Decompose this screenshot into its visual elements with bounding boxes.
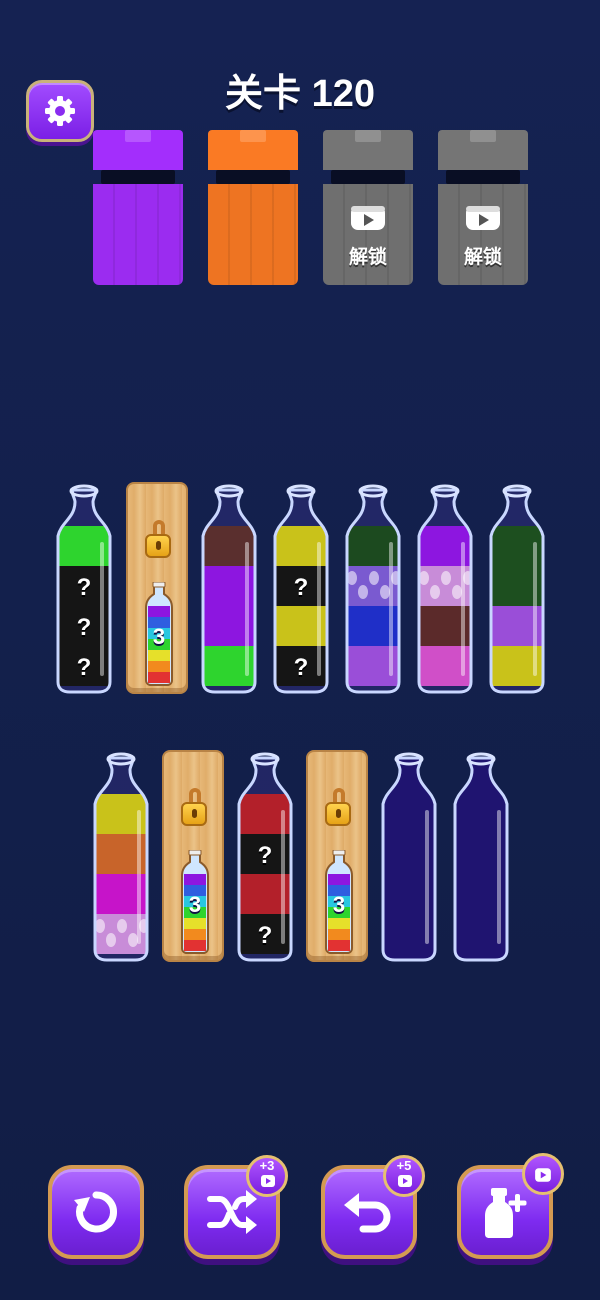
padlock-icon xyxy=(145,534,171,558)
bottle-glass xyxy=(93,752,149,962)
bottle-glass xyxy=(417,484,473,694)
bottle[interactable] xyxy=(378,752,440,962)
bottle-glass xyxy=(201,484,257,694)
hidden-layer-mark: ? xyxy=(76,654,92,681)
video-icon xyxy=(398,1175,412,1187)
box-opening xyxy=(216,170,290,184)
bottle[interactable] xyxy=(450,752,512,962)
locked-bottle-crate[interactable]: 3 xyxy=(162,750,224,962)
undo-badge: +5 xyxy=(383,1155,425,1197)
restart-icon xyxy=(74,1191,118,1233)
video-icon xyxy=(466,206,500,230)
liquid-layer xyxy=(347,646,399,686)
hidden-layer-mark: ? xyxy=(293,574,309,601)
box-body xyxy=(208,184,298,285)
liquid-layer xyxy=(347,606,399,646)
unlock-label: 解锁 xyxy=(463,247,502,268)
color-box xyxy=(208,130,298,285)
liquid-layer xyxy=(203,646,255,686)
liquid-layer xyxy=(419,646,471,686)
hidden-layer-mark: ? xyxy=(257,922,273,949)
box-lid-tab xyxy=(470,130,496,142)
bottle[interactable] xyxy=(90,752,152,962)
keyhole xyxy=(156,541,161,550)
bottle[interactable]: ??? xyxy=(53,484,115,694)
unlock-label: 解锁 xyxy=(348,247,387,268)
liquid-layer xyxy=(58,526,110,566)
liquid-layer xyxy=(95,794,147,834)
restart-button[interactable] xyxy=(48,1165,144,1259)
video-icon xyxy=(535,1168,551,1182)
undo-badge-count: +5 xyxy=(396,1158,412,1173)
hidden-layer-mark: ? xyxy=(76,574,92,601)
level-title: 关卡 120 xyxy=(225,73,375,115)
liquid-layer xyxy=(239,794,291,834)
hidden-layer-mark: ? xyxy=(76,614,92,641)
liquid-layer xyxy=(419,606,471,646)
locked-box[interactable]: 解锁 xyxy=(323,130,413,285)
bottle[interactable]: ?? xyxy=(270,484,332,694)
unlock-count: 3 xyxy=(188,892,202,917)
unlock-count: 3 xyxy=(332,892,346,917)
liquid-layer xyxy=(239,874,291,914)
box-body xyxy=(438,184,528,285)
liquid-layer xyxy=(491,566,543,606)
liquid-layer xyxy=(275,606,327,646)
liquid-layer xyxy=(203,566,255,606)
bottle[interactable] xyxy=(198,484,260,694)
video-icon xyxy=(261,1175,275,1187)
box-lid xyxy=(323,130,413,170)
liquid-layer xyxy=(275,526,327,566)
shuffle-badge: +3 xyxy=(246,1155,288,1197)
box-opening xyxy=(101,170,175,184)
hidden-layer-mark: ? xyxy=(293,654,309,681)
add-bottle-icon xyxy=(485,1188,527,1238)
box-lid-tab xyxy=(240,130,266,142)
liquid-layer xyxy=(203,606,255,646)
undo-icon xyxy=(344,1193,391,1233)
bottle-glass xyxy=(453,752,509,962)
bottle-glass xyxy=(489,484,545,694)
shuffle-icon xyxy=(207,1190,257,1234)
color-box xyxy=(93,130,183,285)
gear-icon xyxy=(45,96,75,126)
liquid-layer xyxy=(203,526,255,566)
box-body xyxy=(93,184,183,285)
liquid-layer xyxy=(347,526,399,566)
box-body xyxy=(323,184,413,285)
locked-box[interactable]: 解锁 xyxy=(438,130,528,285)
keyhole xyxy=(336,809,341,818)
box-opening xyxy=(446,170,520,184)
padlock-icon xyxy=(325,802,351,826)
bottle-glass xyxy=(345,484,401,694)
hidden-layer-mark: ? xyxy=(257,842,273,869)
bottle-glass xyxy=(381,752,437,962)
shuffle-badge-count: +3 xyxy=(259,1158,275,1173)
unlock-count: 3 xyxy=(152,624,166,649)
locked-bottle-crate[interactable]: 3 xyxy=(306,750,368,962)
liquid-layer xyxy=(419,526,471,566)
locked-bottle-crate[interactable]: 3 xyxy=(126,482,188,694)
bottle[interactable] xyxy=(486,484,548,694)
add-bottle-badge xyxy=(522,1153,564,1195)
box-lid-tab xyxy=(125,130,151,142)
video-icon xyxy=(351,206,385,230)
box-opening xyxy=(331,170,405,184)
box-lid xyxy=(208,130,298,170)
liquid-layer xyxy=(491,606,543,646)
bottle[interactable] xyxy=(342,484,404,694)
box-lid xyxy=(93,130,183,170)
box-lid xyxy=(438,130,528,170)
bottle[interactable]: ?? xyxy=(234,752,296,962)
bottle[interactable] xyxy=(414,484,476,694)
liquid-layer xyxy=(95,834,147,874)
liquid-layer xyxy=(491,526,543,566)
liquid-layer xyxy=(491,646,543,686)
settings-button[interactable] xyxy=(26,80,94,142)
box-lid-tab xyxy=(355,130,381,142)
padlock-icon xyxy=(181,802,207,826)
keyhole xyxy=(192,809,197,818)
liquid-layer xyxy=(95,874,147,914)
